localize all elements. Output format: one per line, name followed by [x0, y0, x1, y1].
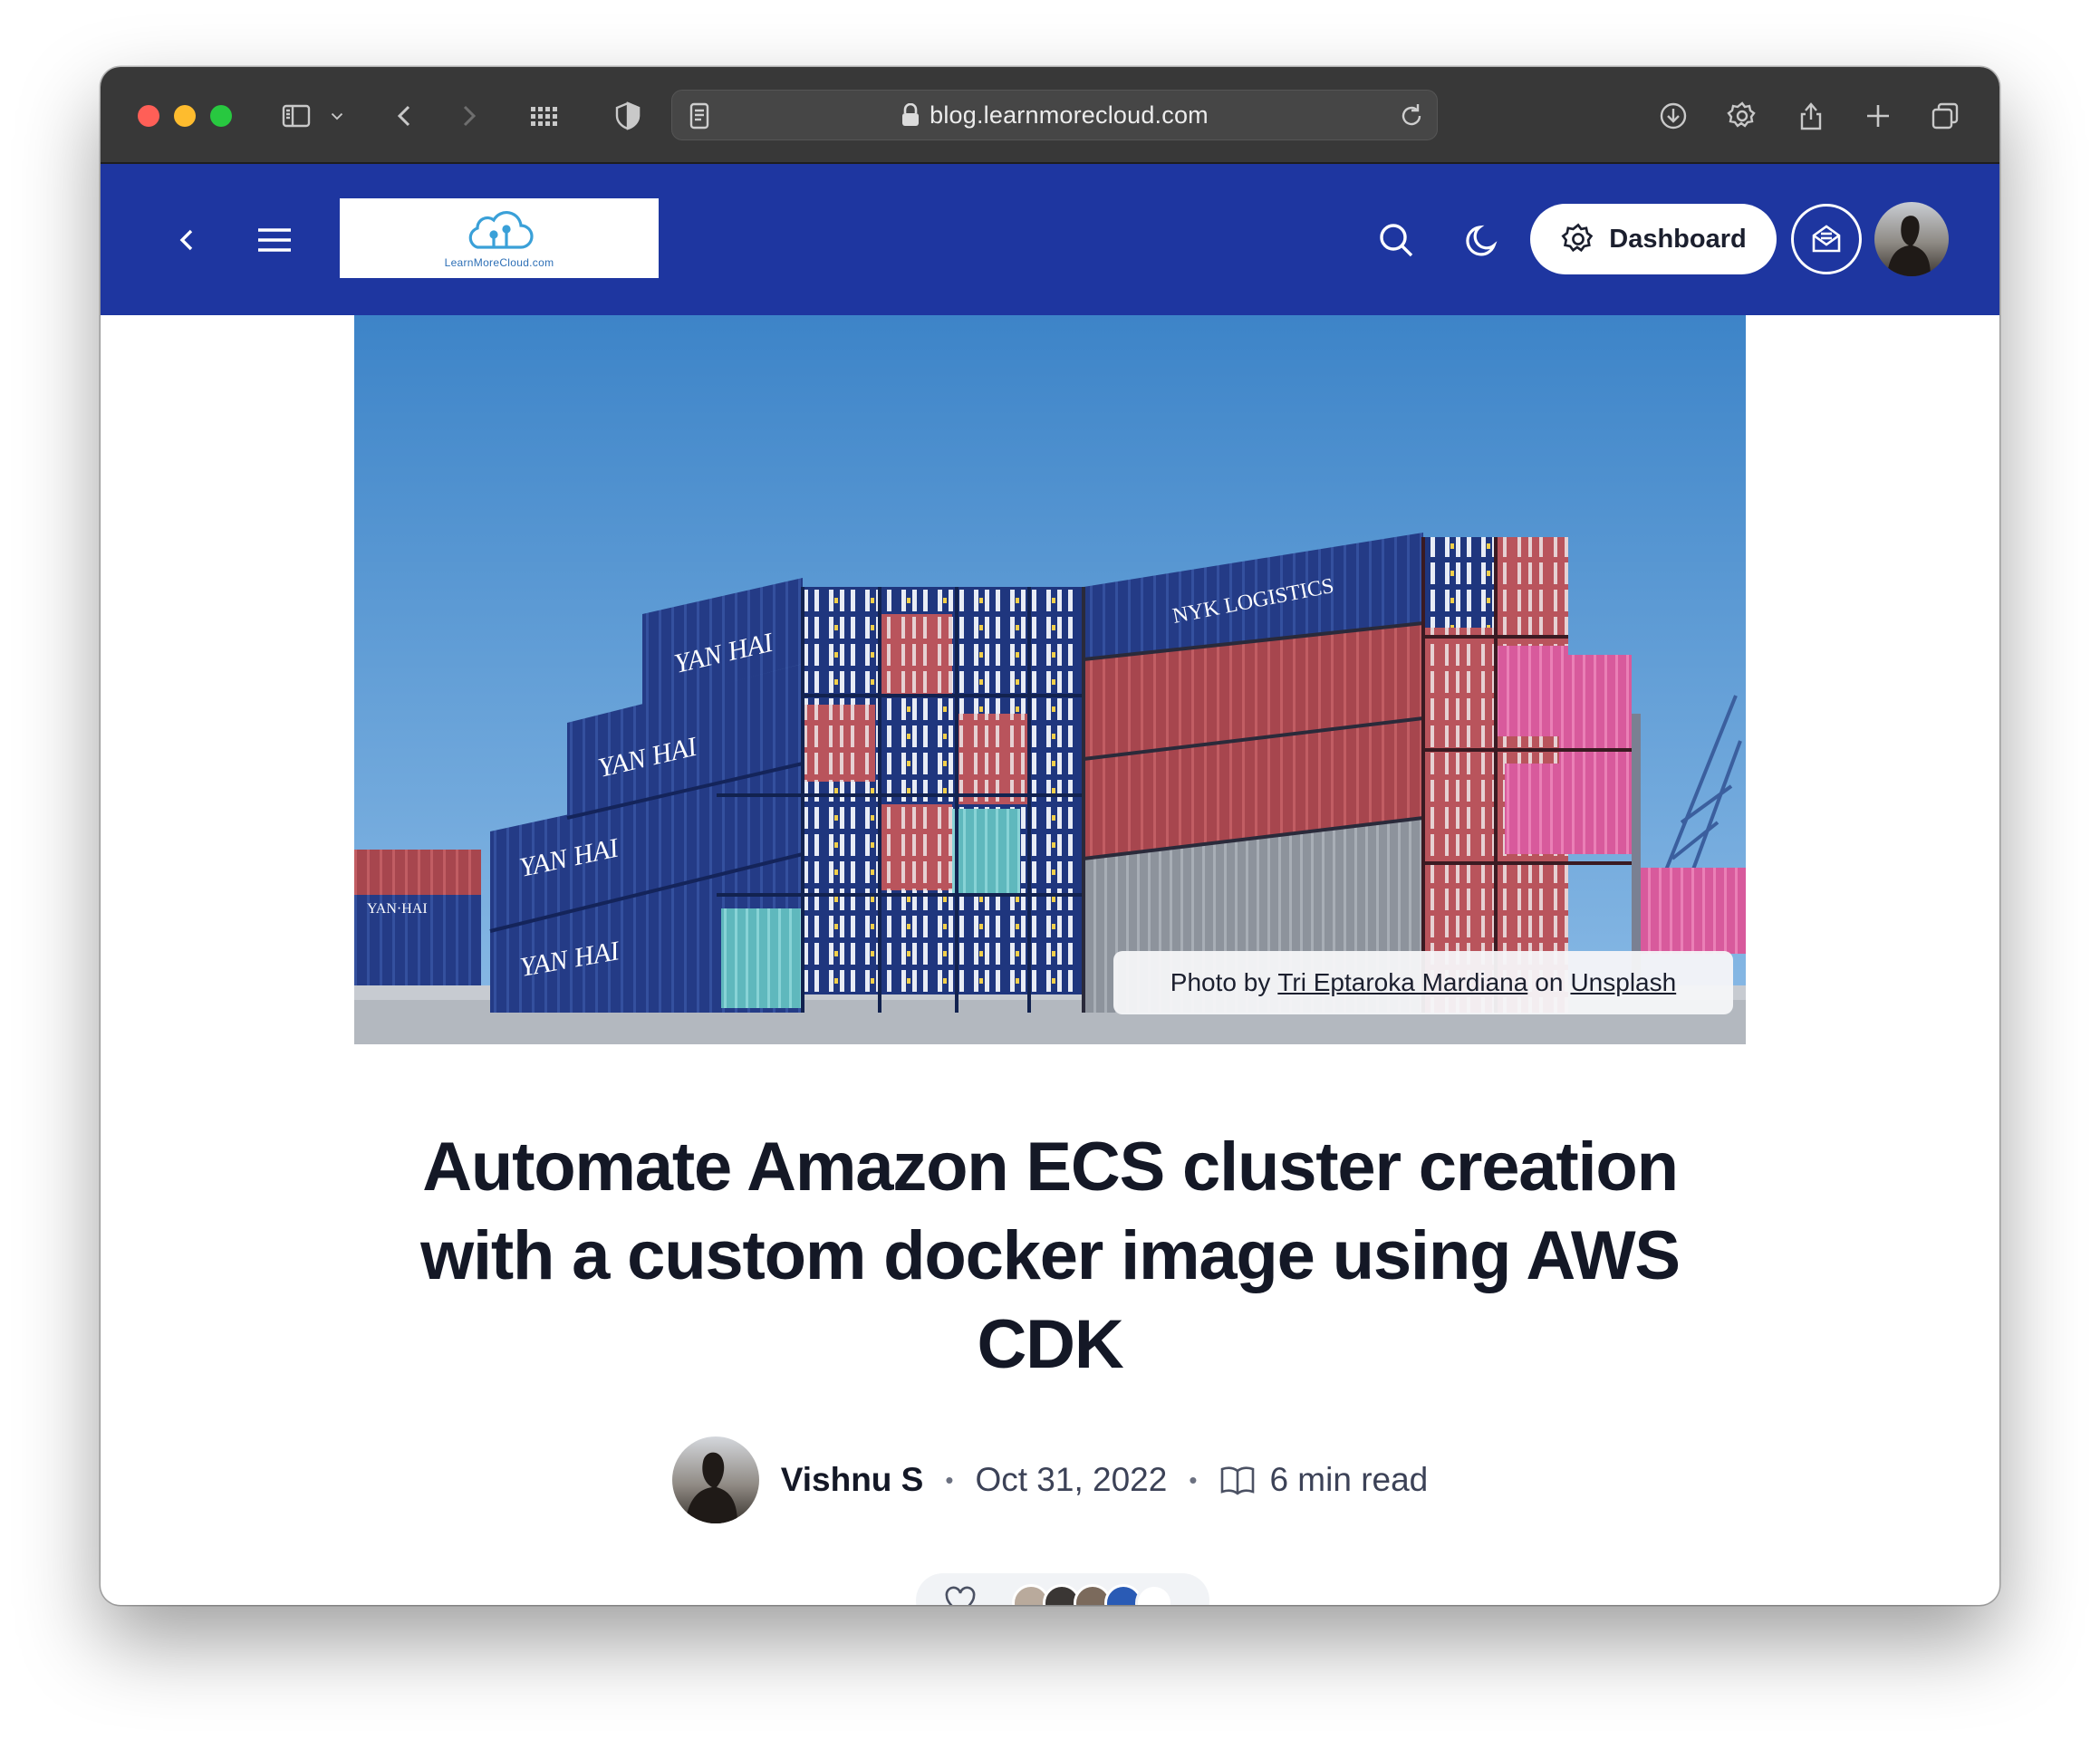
- grid-icon[interactable]: [519, 92, 566, 139]
- minimize-window-button[interactable]: [174, 105, 196, 127]
- article-meta: Vishnu S • Oct 31, 2022 • 6 min read: [101, 1435, 1999, 1525]
- cover-image: YAN·HAI YAN HAI YAN HAI YAN HAI YAN HAI: [354, 315, 1746, 1044]
- logo-text: LearnMoreCloud.com: [444, 256, 554, 269]
- article-title: Automate Amazon ECS cluster creation wit…: [420, 1129, 1681, 1383]
- credit-mid: on: [1535, 968, 1564, 996]
- author-avatar[interactable]: [671, 1436, 759, 1523]
- separator-dot: •: [1189, 1465, 1198, 1494]
- book-icon: [1221, 1466, 1255, 1495]
- close-window-button[interactable]: [138, 105, 159, 127]
- back-icon[interactable]: [381, 92, 429, 139]
- menu-icon[interactable]: [249, 215, 300, 265]
- dashboard-label: Dashboard: [1609, 224, 1747, 254]
- search-icon[interactable]: [1371, 215, 1421, 265]
- url-text: blog.learnmorecloud.com: [930, 101, 1209, 129]
- chevron-down-icon[interactable]: [323, 92, 351, 139]
- separator-dot: •: [945, 1465, 954, 1494]
- user-avatar[interactable]: [1874, 202, 1949, 276]
- forward-icon[interactable]: [445, 92, 492, 139]
- zoom-window-button[interactable]: [210, 105, 232, 127]
- browser-toolbar: blog.learnmorecloud.com: [101, 67, 1999, 164]
- site-header: LearnMoreCloud.com Dashboard: [101, 164, 1999, 315]
- site-logo[interactable]: LearnMoreCloud.com: [340, 198, 659, 278]
- shield-icon[interactable]: [604, 92, 651, 139]
- dashboard-button[interactable]: Dashboard: [1530, 204, 1777, 274]
- newsletter-icon: [1812, 225, 1841, 253]
- reactor-avatar[interactable]: [1135, 1584, 1173, 1605]
- sidebar-icon[interactable]: [273, 92, 320, 139]
- gear-icon: [1561, 223, 1594, 253]
- credit-author-link[interactable]: Tri Eptaroka Mardiana: [1277, 968, 1527, 997]
- photo-credit: Photo by Tri Eptaroka Mardiana on Unspla…: [1113, 951, 1733, 1014]
- read-time: 6 min read: [1269, 1461, 1429, 1498]
- heart-icon[interactable]: [943, 1584, 978, 1605]
- credit-source-link[interactable]: Unsplash: [1570, 968, 1676, 997]
- address-bar[interactable]: blog.learnmorecloud.com: [671, 90, 1438, 140]
- credit-prefix: Photo by: [1170, 968, 1271, 996]
- back-icon[interactable]: [162, 215, 213, 265]
- tabs-icon[interactable]: [1922, 92, 1969, 139]
- download-icon[interactable]: [1650, 92, 1697, 139]
- browser-window: blog.learnmorecloud.com LearnMoreCloud.c…: [101, 67, 1999, 1605]
- newsletter-button[interactable]: [1791, 204, 1862, 274]
- reload-icon[interactable]: [1395, 100, 1428, 132]
- author-name[interactable]: Vishnu S: [781, 1461, 924, 1499]
- cloud-logo-icon: [468, 211, 534, 249]
- lock-icon: [902, 103, 920, 126]
- gear-icon[interactable]: [1719, 92, 1766, 139]
- plus-icon[interactable]: [1854, 92, 1902, 139]
- reactions-bar[interactable]: [916, 1573, 1209, 1605]
- share-icon[interactable]: [1787, 92, 1835, 139]
- moon-icon[interactable]: [1458, 215, 1508, 265]
- publish-date: Oct 31, 2022: [975, 1461, 1168, 1498]
- svg-text:YAN·HAI: YAN·HAI: [367, 901, 428, 917]
